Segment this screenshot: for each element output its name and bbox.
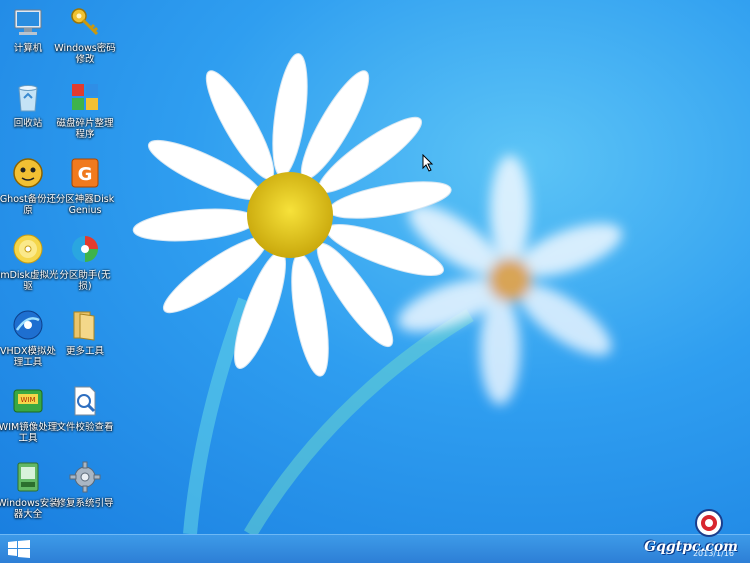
desktop-icon-partition-assistant[interactable]: 分区助手(无损) [54,232,116,304]
clock-date[interactable]: 2013/1/16 [693,549,734,558]
desktop-icon-computer[interactable]: 计算机 [0,5,59,77]
mouse-cursor-icon [422,154,434,172]
computer-icon [14,9,42,35]
desktop-icon-windows-password[interactable]: Windows密码修改 [54,5,116,77]
taskbar [0,534,750,563]
desktop-icon-installer[interactable]: Windows安装器大全 [0,460,59,532]
defrag-icon [72,84,98,110]
desktop-icon-file-check[interactable]: 文件校验查看 [54,384,116,456]
desktop: 计算机 回收站 Ghost备份还原 ImDisk虚拟光驱 VHDX模拟处理工具 … [0,0,750,534]
gear-icon [69,461,101,493]
wim-icon: WIM [13,389,43,413]
desktop-icon-defrag[interactable]: 磁盘碎片整理程序 [54,80,116,152]
partition-assistant-icon [72,236,98,262]
desktop-icon-imdisk[interactable]: ImDisk虚拟光驱 [0,232,59,304]
desktop-icon-recycle-bin[interactable]: 回收站 [0,80,59,152]
installer-icon [17,462,39,492]
windows-start-icon[interactable] [8,540,30,558]
watermark-logo-icon [695,509,723,537]
vhdx-icon [13,310,43,340]
desktop-icon-diskgenius[interactable]: G 分区神器DiskGenius [54,156,116,228]
svg-text:G: G [78,164,93,185]
ghost-icon [13,158,43,188]
file-check-icon [74,386,96,416]
key-icon [71,8,99,36]
desktop-icon-wim[interactable]: WIM WIM镜像处理工具 [0,384,59,456]
cd-icon [13,234,43,264]
desktop-icon-more-tools[interactable]: 更多工具 [54,308,116,380]
desktop-icon-repair-boot[interactable]: 修复系统引导 [54,460,116,532]
diskgenius-icon: G [71,158,99,188]
recycle-bin-icon [18,85,38,112]
folder-icon [73,311,95,341]
desktop-icon-vhdx[interactable]: VHDX模拟处理工具 [0,308,59,380]
svg-text:WIM: WIM [20,396,35,404]
desktop-icon-ghost[interactable]: Ghost备份还原 [0,156,59,228]
